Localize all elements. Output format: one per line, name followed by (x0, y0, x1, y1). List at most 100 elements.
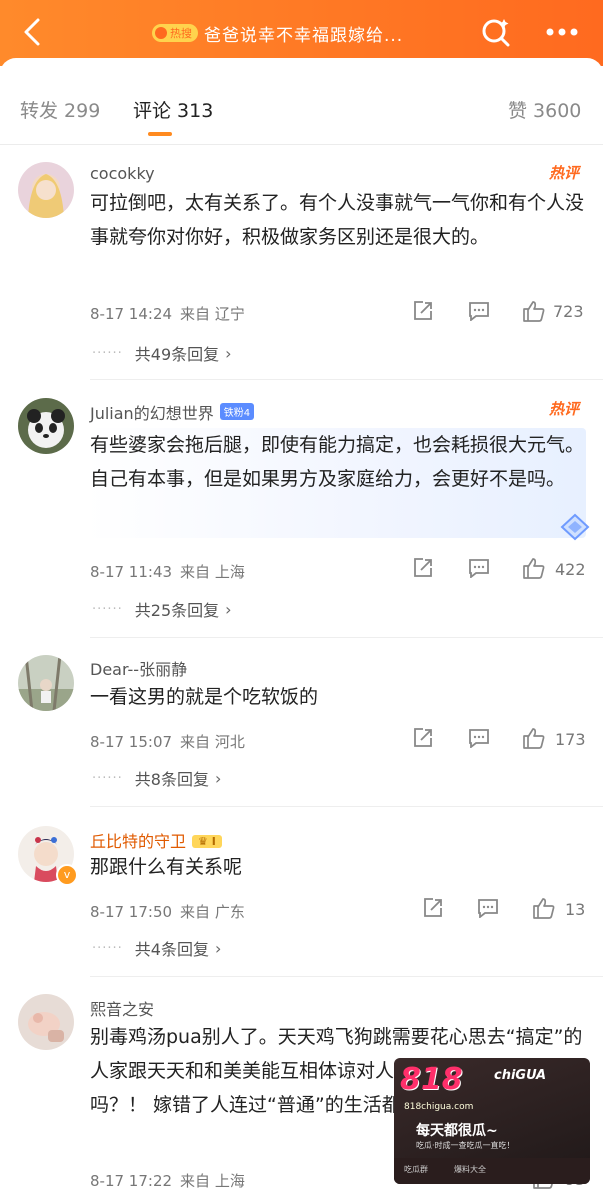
chevron-right-icon: › (214, 938, 222, 958)
comment-icon (478, 899, 498, 918)
divider (90, 976, 603, 977)
tab-bar: 转发 299 评论 313 赞 3600 (0, 96, 603, 136)
comment-meta: 8-17 11:43 来自 上海 (90, 561, 245, 582)
like-count: 13 (565, 900, 586, 919)
chevron-right-icon: › (225, 343, 232, 363)
chevron-right-icon: › (214, 768, 222, 788)
comment-date: 8-17 17:50 (90, 903, 173, 921)
like-button[interactable] (522, 556, 546, 580)
username-row: Julian的幻想世界 铁粉4 (90, 400, 255, 424)
ad-url: 818chigua.com (404, 1102, 474, 1112)
hot-search-badge: 热搜 (152, 24, 198, 42)
comment-icon (469, 729, 489, 748)
thumbs-up-icon (533, 898, 555, 919)
hot-comment-badge: 热评 (548, 400, 579, 418)
thumbs-up-icon (523, 558, 545, 579)
like-count: 422 (555, 560, 586, 579)
top-bar: 热搜 爸爸说幸不幸福跟嫁给... (0, 0, 603, 66)
like-button[interactable] (522, 299, 546, 323)
like-button[interactable] (522, 726, 546, 750)
username[interactable]: 熙音之安 (90, 996, 154, 1020)
comment-meta: 8-17 14:24 来自 辽宁 (90, 303, 245, 324)
like-count: 173 (555, 730, 586, 749)
comment-date: 8-17 17:22 (90, 1172, 173, 1190)
crown-icon: ♛ (198, 835, 208, 848)
share-icon (414, 558, 432, 577)
topic-title: 爸爸说幸不幸福跟嫁给... (204, 25, 404, 46)
username[interactable]: 丘比特的守卫 (90, 832, 186, 851)
view-replies-link[interactable]: ······ 共49条回复 › (92, 341, 232, 365)
tab-comments[interactable]: 评论 313 (133, 96, 213, 123)
avatar[interactable] (18, 655, 74, 711)
divider (90, 806, 603, 807)
content-sheet (0, 58, 603, 78)
thumbs-up-icon (523, 301, 545, 322)
comment-text: 一看这男的就是个吃软饭的 (90, 686, 319, 708)
avatar[interactable] (18, 994, 74, 1050)
divider (0, 144, 603, 145)
chevron-right-icon: › (225, 599, 232, 619)
comment-date: 8-17 11:43 (90, 563, 173, 581)
avatar[interactable] (18, 162, 74, 218)
comment-meta: 8-17 17:22 来自 上海 (90, 1170, 245, 1191)
ad-tagline: 吃瓜·时成一查吃瓜一直吃！ (416, 1141, 515, 1150)
like-count: 723 (553, 302, 584, 321)
reply-button[interactable] (477, 898, 499, 918)
ad-footer: 吃瓜群 爆料大全 (394, 1158, 590, 1184)
verified-badge: v (56, 864, 78, 886)
comment-location: 来自 上海 (180, 1172, 245, 1190)
share-icon (424, 898, 442, 917)
comment-location: 来自 河北 (180, 733, 245, 751)
hot-search-topic[interactable]: 热搜 爸爸说幸不幸福跟嫁给... (152, 20, 444, 46)
reply-button[interactable] (468, 558, 490, 578)
like-button[interactable] (532, 896, 556, 920)
tab-likes[interactable]: 赞 3600 (508, 96, 581, 123)
search-icon (482, 19, 510, 47)
username[interactable]: Dear--张丽静 (90, 656, 187, 680)
more-button[interactable] (544, 14, 580, 50)
comment-location: 来自 辽宁 (180, 305, 245, 323)
reply-button[interactable] (468, 728, 490, 748)
thumbs-up-icon (523, 728, 545, 749)
divider (90, 637, 603, 638)
tab-reposts[interactable]: 转发 299 (20, 96, 100, 123)
diamond-icon (560, 513, 590, 541)
view-replies-link[interactable]: ······ 共4条回复 › (92, 936, 221, 960)
search-button[interactable] (478, 14, 514, 50)
back-button[interactable] (14, 14, 50, 50)
active-tab-indicator (148, 132, 172, 136)
ad-logo: 818 (400, 1062, 463, 1097)
share-button[interactable] (422, 897, 444, 919)
view-replies-link[interactable]: ······ 共8条回复 › (92, 766, 221, 790)
comment-text: 有些婆家会拖后腿，即使有能力搞定，也会耗损很大元气。自己有本事，但是如果男方及家… (90, 434, 585, 490)
hot-comment-badge: 热评 (548, 164, 579, 182)
comment-location: 来自 广东 (180, 903, 245, 921)
fan-level-badge: 铁粉4 (219, 403, 255, 420)
share-button[interactable] (412, 557, 434, 579)
flame-icon (155, 27, 167, 39)
share-button[interactable] (412, 727, 434, 749)
comment-text: 可拉倒吧，太有关系了。有个人没事就气一气你和有个人没事就夸你对你好，积极做家务区… (90, 192, 585, 248)
more-icon (546, 28, 578, 36)
comment-date: 8-17 15:07 (90, 733, 173, 751)
reply-button[interactable] (468, 301, 490, 321)
comment-icon (469, 559, 489, 578)
comment-meta: 8-17 17:50 来自 广东 (90, 901, 245, 922)
chevron-left-icon (24, 18, 40, 46)
watermark-ad[interactable]: 818 chiGUA 818chigua.com 每天都很瓜~ 吃瓜·时成一查吃… (394, 1058, 590, 1184)
username[interactable]: cocokky (90, 164, 155, 183)
comment-location: 来自 上海 (180, 563, 245, 581)
username-row: 丘比特的守卫 ♛ I (90, 828, 222, 852)
ad-brand: chiGUA (494, 1068, 547, 1083)
comment-date: 8-17 14:24 (90, 305, 173, 323)
ad-slogan: 每天都很瓜~ (416, 1123, 498, 1139)
comment-meta: 8-17 15:07 来自 河北 (90, 731, 245, 752)
share-button[interactable] (412, 300, 434, 322)
view-replies-link[interactable]: ······ 共25条回复 › (92, 597, 232, 621)
share-icon (414, 301, 432, 320)
vip-badge: ♛ I (192, 835, 222, 848)
avatar[interactable] (18, 398, 74, 454)
comment-icon (469, 302, 489, 321)
comment-text: 那跟什么有关系呢 (90, 856, 243, 878)
username[interactable]: Julian的幻想世界 (90, 404, 214, 423)
